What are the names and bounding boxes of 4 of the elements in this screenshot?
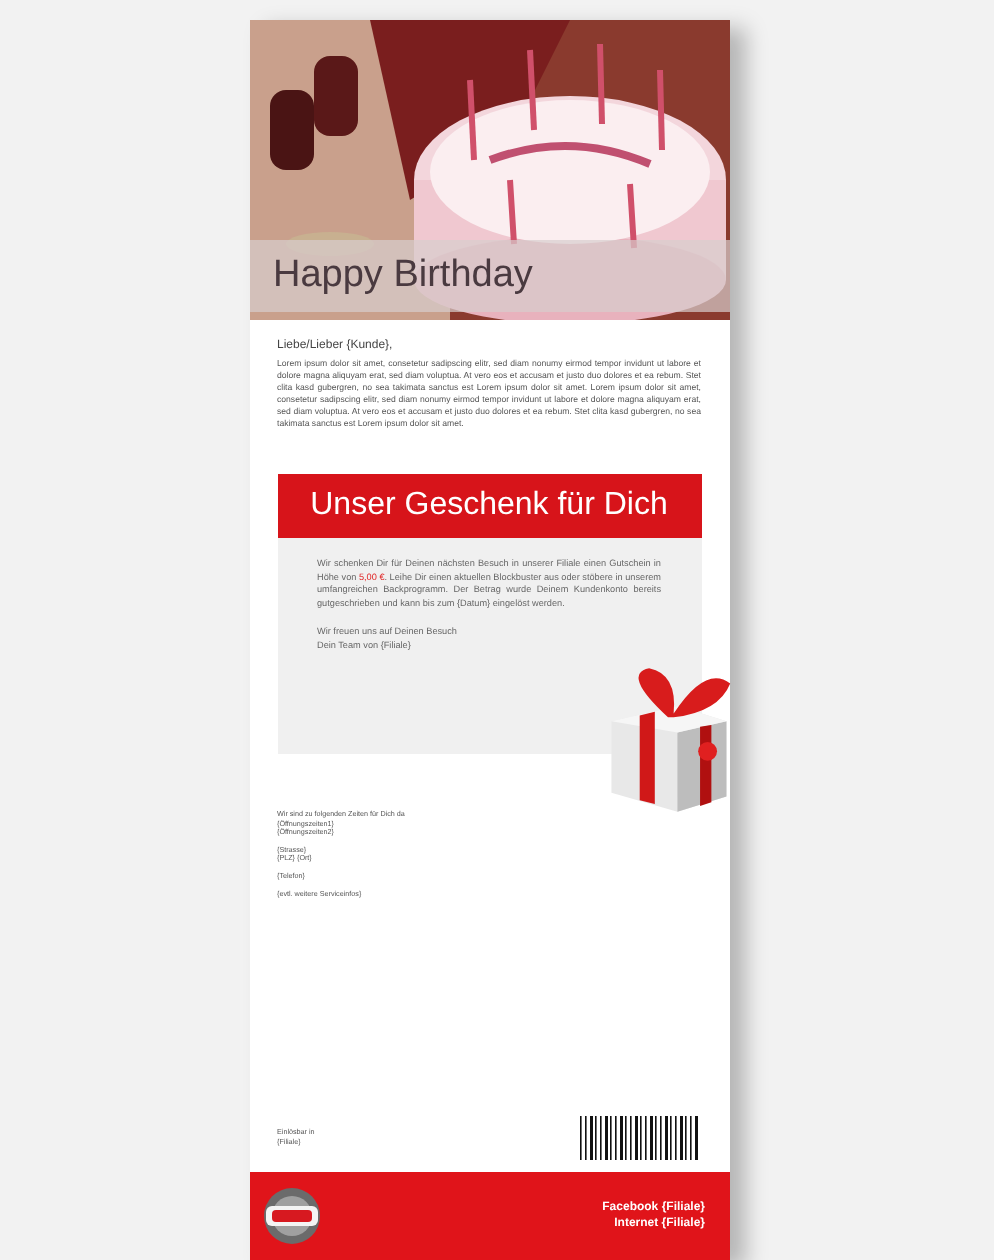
gift-heading: Unser Geschenk für Dich [310, 488, 668, 524]
logo-icon [261, 1186, 321, 1246]
barcode-icon [577, 1116, 701, 1160]
header-title: Happy Birthday [273, 254, 533, 298]
